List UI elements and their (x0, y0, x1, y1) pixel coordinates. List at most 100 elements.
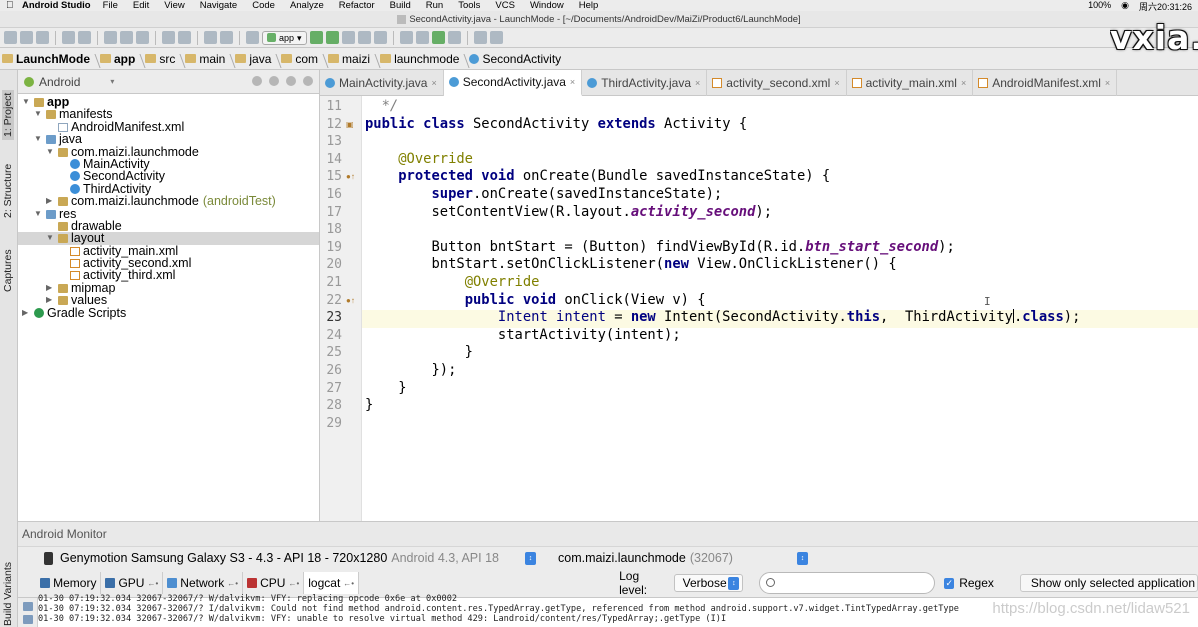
tree-item[interactable]: ▶ Gradle Scripts (18, 306, 319, 319)
breadcrumb-java[interactable]: java (235, 52, 281, 66)
open-icon[interactable] (4, 31, 17, 44)
breadcrumb-main[interactable]: main (185, 52, 235, 66)
menu-window[interactable]: Window (530, 0, 564, 11)
editor-tab[interactable]: SecondActivity.java × (443, 70, 583, 96)
chevron-right-icon[interactable]: ▶ (46, 282, 52, 294)
menu-edit[interactable]: Edit (133, 0, 149, 11)
device-select[interactable]: Genymotion Samsung Galaxy S3 - 4.3 - API… (40, 550, 536, 567)
chevron-down-icon[interactable]: ▼ (34, 133, 42, 145)
close-icon[interactable]: × (834, 78, 839, 88)
debug-icon[interactable] (325, 31, 339, 44)
help-icon[interactable] (473, 31, 487, 44)
paste-icon[interactable] (136, 31, 149, 44)
close-icon[interactable]: × (431, 78, 436, 88)
chevron-down-icon[interactable]: ▼ (46, 146, 54, 158)
pin-icon[interactable]: ←• (343, 579, 354, 588)
tab-build-variants[interactable]: Build Variants (2, 562, 14, 626)
menu-tools[interactable]: Tools (458, 0, 480, 11)
menu-refactor[interactable]: Refactor (339, 0, 375, 11)
process-select[interactable]: com.maizi.launchmode (32067) ↕ (548, 550, 808, 567)
breadcrumb-src[interactable]: src (145, 52, 185, 66)
collapse-icon[interactable] (252, 76, 262, 86)
gradle-sync-icon[interactable] (399, 31, 413, 44)
sdk-manager-icon[interactable] (431, 31, 445, 44)
hide-icon[interactable] (303, 76, 313, 86)
menu-build[interactable]: Build (390, 0, 411, 11)
tree-item[interactable]: ▼ res (18, 207, 319, 220)
menu-file[interactable]: File (103, 0, 118, 11)
structure-icon[interactable] (489, 31, 503, 44)
redo-icon[interactable] (78, 31, 91, 44)
coverage-icon[interactable] (357, 31, 371, 44)
close-icon[interactable]: × (1105, 78, 1110, 88)
class-marker-icon[interactable]: ▣ (346, 120, 354, 129)
override-marker-icon[interactable]: ●↑ (346, 172, 355, 181)
breadcrumb-launchmode[interactable]: launchmode (380, 52, 469, 66)
breadcrumb-launchmode[interactable]: LaunchMode (2, 52, 100, 66)
close-icon[interactable]: × (961, 78, 966, 88)
editor-tab[interactable]: AndroidManifest.xml × (973, 70, 1118, 96)
tab-structure[interactable]: 2: Structure (2, 164, 14, 218)
gear-icon[interactable] (286, 76, 296, 86)
chevron-down-icon[interactable]: ▼ (46, 232, 54, 244)
menu-help[interactable]: Help (579, 0, 599, 11)
apple-icon[interactable]:  (6, 0, 22, 11)
tab-gpu[interactable]: GPU ←• (101, 572, 164, 594)
tab-captures[interactable]: Captures (2, 249, 14, 292)
chevron-right-icon[interactable]: ▶ (46, 195, 52, 207)
tab-project[interactable]: 1: Project (2, 89, 14, 140)
override-marker-icon[interactable]: ●↑ (346, 296, 355, 305)
pin-icon[interactable]: ←• (147, 579, 158, 588)
copy-icon[interactable] (120, 31, 133, 44)
avd-manager-icon[interactable] (415, 31, 429, 44)
tree-item[interactable]: ▶ mipmap (18, 282, 319, 295)
find-icon[interactable] (162, 31, 175, 44)
pin-icon[interactable]: ←• (288, 579, 299, 588)
sync-icon[interactable] (36, 31, 49, 44)
chevron-down-icon[interactable]: ▼ (22, 96, 30, 108)
tree-item[interactable]: MainActivity (18, 158, 319, 170)
app-menu[interactable]: Android Studio (22, 0, 91, 11)
replace-icon[interactable] (178, 31, 191, 44)
scroll-from-source-icon[interactable] (269, 76, 279, 86)
chevron-down-icon[interactable]: ▼ (34, 208, 42, 220)
save-icon[interactable] (20, 31, 33, 44)
breadcrumb-app[interactable]: app (100, 52, 145, 66)
menu-run[interactable]: Run (426, 0, 443, 11)
pin-icon[interactable]: ←• (227, 579, 238, 588)
editor-tab[interactable]: activity_second.xml × (707, 70, 847, 96)
tree-item[interactable]: drawable (18, 220, 319, 232)
tab-memory[interactable]: Memory (36, 572, 102, 594)
tab-logcat[interactable]: logcat ←• (304, 572, 360, 594)
scroll-end-icon[interactable] (23, 615, 33, 624)
menu-view[interactable]: View (164, 0, 184, 11)
menu-analyze[interactable]: Analyze (290, 0, 324, 11)
filter-select[interactable]: Show only selected application (1019, 574, 1198, 592)
editor-tab[interactable]: activity_main.xml × (847, 70, 974, 96)
close-icon[interactable]: × (695, 78, 700, 88)
regex-checkbox[interactable]: ✓ (944, 577, 955, 589)
forward-icon[interactable] (220, 31, 233, 44)
menu-vcs[interactable]: VCS (495, 0, 515, 11)
tab-cpu[interactable]: CPU ←• (243, 572, 305, 594)
cut-icon[interactable] (104, 31, 117, 44)
log-level-select[interactable]: Verbose ↕ (673, 574, 744, 592)
tree-item[interactable]: SecondActivity (18, 170, 319, 183)
chevron-down-icon[interactable]: ▼ (34, 108, 42, 120)
close-icon[interactable]: × (570, 77, 575, 87)
monitor-icon[interactable] (447, 31, 461, 44)
tab-network[interactable]: Network ←• (163, 572, 244, 594)
stop-icon[interactable] (373, 31, 387, 44)
editor-tab[interactable]: MainActivity.java × (320, 70, 444, 96)
editor-tab[interactable]: ThirdActivity.java × (582, 70, 708, 96)
chevron-down-icon[interactable]: ▾ (110, 77, 114, 86)
tree-item[interactable]: activity_third.xml (18, 269, 319, 282)
logcat-search-input[interactable] (759, 572, 936, 594)
run-icon[interactable] (309, 31, 323, 44)
make-project-icon[interactable] (246, 31, 259, 44)
run-config-select[interactable]: app ▾ (262, 30, 307, 45)
project-view-select[interactable]: Android (39, 75, 80, 89)
breadcrumb-com[interactable]: com (281, 52, 328, 66)
clear-log-icon[interactable] (23, 602, 33, 611)
back-icon[interactable] (204, 31, 217, 44)
